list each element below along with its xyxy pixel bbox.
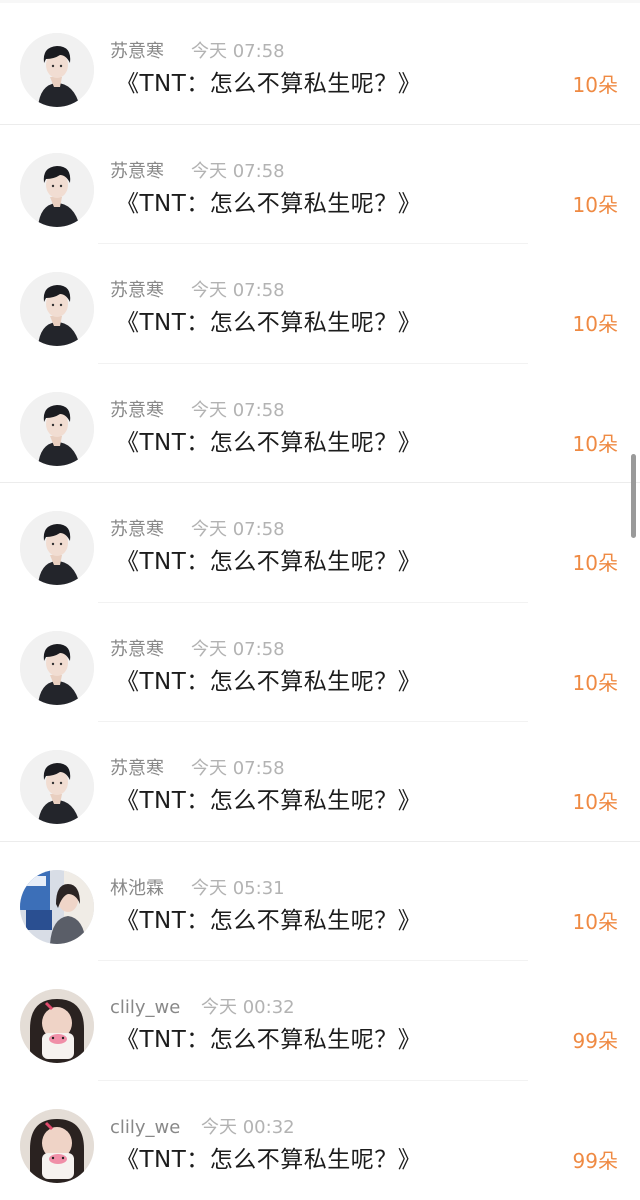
username[interactable]: 苏意寒 [110, 519, 164, 541]
message-text: 《TNT：怎么不算私生呢？》 [116, 786, 421, 816]
girl-mug-avatar-icon [20, 1109, 94, 1183]
timestamp: 今天 00:32 [201, 997, 295, 1019]
user-avatar[interactable] [20, 33, 94, 107]
boy-avatar-icon [20, 153, 94, 227]
username[interactable]: 苏意寒 [110, 400, 164, 422]
list-item[interactable]: 苏意寒 今天 07:58 《TNT：怎么不算私生呢？》 10朵 [0, 5, 640, 125]
boy-avatar-icon [20, 631, 94, 705]
message-text: 《TNT：怎么不算私生呢？》 [116, 308, 421, 338]
timestamp: 今天 07:58 [191, 758, 285, 780]
gift-count: 99朵 [573, 1147, 618, 1175]
timestamp: 今天 05:31 [191, 878, 285, 900]
timestamp: 今天 07:58 [191, 41, 285, 63]
message-text: 《TNT：怎么不算私生呢？》 [116, 1025, 421, 1055]
boy-avatar-icon [20, 33, 94, 107]
gift-count: 10朵 [573, 71, 618, 99]
list-item[interactable]: 苏意寒 今天 07:58 《TNT：怎么不算私生呢？》 10朵 [0, 483, 640, 603]
user-avatar[interactable] [20, 392, 94, 466]
user-avatar[interactable] [20, 511, 94, 585]
user-avatar[interactable] [20, 989, 94, 1063]
boy-avatar-icon [20, 272, 94, 346]
girl-mug-avatar-icon [20, 989, 94, 1063]
list-item[interactable]: 苏意寒 今天 07:58 《TNT：怎么不算私生呢？》 10朵 [0, 603, 640, 723]
timestamp: 今天 07:58 [191, 519, 285, 541]
username[interactable]: 苏意寒 [110, 639, 164, 661]
boy-avatar-icon [20, 750, 94, 824]
scrollbar-thumb[interactable] [631, 454, 636, 538]
timestamp: 今天 07:58 [191, 639, 285, 661]
message-text: 《TNT：怎么不算私生呢？》 [116, 428, 421, 458]
gift-count: 10朵 [573, 430, 618, 458]
username[interactable]: 苏意寒 [110, 758, 164, 780]
gift-count: 10朵 [573, 669, 618, 697]
list-item[interactable]: 林池霖 今天 05:31 《TNT：怎么不算私生呢？》 10朵 [0, 842, 640, 962]
message-text: 《TNT：怎么不算私生呢？》 [116, 69, 421, 99]
list-item[interactable]: clily_we 今天 00:32 《TNT：怎么不算私生呢？》 99朵 [0, 1081, 640, 1200]
list-item[interactable]: 苏意寒 今天 07:58 《TNT：怎么不算私生呢？》 10朵 [0, 125, 640, 245]
top-divider [0, 0, 640, 3]
user-avatar[interactable] [20, 1109, 94, 1183]
timestamp: 今天 07:58 [191, 400, 285, 422]
timestamp: 今天 07:58 [191, 161, 285, 183]
gift-count: 10朵 [573, 788, 618, 816]
gift-record-list: 苏意寒 今天 07:58 《TNT：怎么不算私生呢？》 10朵 苏意寒 今天 0… [0, 0, 640, 1189]
user-avatar[interactable] [20, 870, 94, 944]
gift-count: 99朵 [573, 1027, 618, 1055]
gift-count: 10朵 [573, 908, 618, 936]
gift-count: 10朵 [573, 310, 618, 338]
message-text: 《TNT：怎么不算私生呢？》 [116, 667, 421, 697]
username[interactable]: 苏意寒 [110, 41, 164, 63]
username[interactable]: 苏意寒 [110, 280, 164, 302]
message-text: 《TNT：怎么不算私生呢？》 [116, 906, 421, 936]
message-text: 《TNT：怎么不算私生呢？》 [116, 189, 421, 219]
user-avatar[interactable] [20, 272, 94, 346]
user-avatar[interactable] [20, 153, 94, 227]
timestamp: 今天 00:32 [201, 1117, 295, 1139]
boy-avatar-icon [20, 392, 94, 466]
username[interactable]: 林池霖 [110, 878, 164, 900]
username[interactable]: 苏意寒 [110, 161, 164, 183]
list-item[interactable]: 苏意寒 今天 07:58 《TNT：怎么不算私生呢？》 10朵 [0, 244, 640, 364]
list-item[interactable]: 苏意寒 今天 07:58 《TNT：怎么不算私生呢？》 10朵 [0, 722, 640, 842]
boy-avatar-icon [20, 511, 94, 585]
message-text: 《TNT：怎么不算私生呢？》 [116, 547, 421, 577]
username[interactable]: clily_we [110, 997, 180, 1019]
user-avatar[interactable] [20, 631, 94, 705]
timestamp: 今天 07:58 [191, 280, 285, 302]
list-item[interactable]: 苏意寒 今天 07:58 《TNT：怎么不算私生呢？》 10朵 [0, 364, 640, 484]
user-avatar[interactable] [20, 750, 94, 824]
gift-count: 10朵 [573, 191, 618, 219]
girl-room-avatar-icon [20, 870, 94, 944]
gift-count: 10朵 [573, 549, 618, 577]
list-item[interactable]: clily_we 今天 00:32 《TNT：怎么不算私生呢？》 99朵 [0, 961, 640, 1081]
message-text: 《TNT：怎么不算私生呢？》 [116, 1145, 421, 1175]
username[interactable]: clily_we [110, 1117, 180, 1139]
